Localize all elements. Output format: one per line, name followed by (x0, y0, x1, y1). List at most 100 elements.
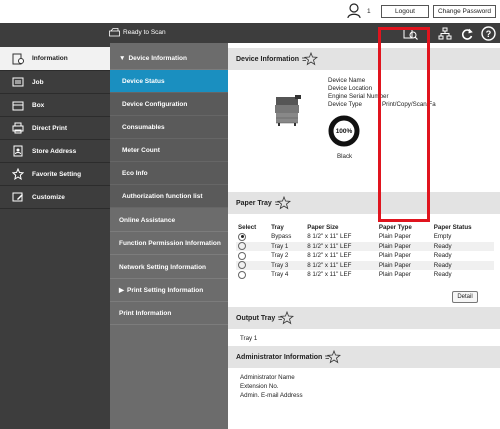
sub-navigation: ▼ Device Information Device Status Devic… (110, 43, 228, 429)
tray-name: Tray 3 (269, 260, 306, 270)
tray-name: Bypass (271, 233, 292, 241)
paper-size: 8 1/2" x 11" LEF (307, 252, 352, 260)
menu-meter-count[interactable]: Meter Count (110, 139, 228, 162)
menu-device-information[interactable]: ▼ Device Information (110, 47, 228, 70)
paper-type: Plain Paper (376, 260, 432, 270)
tray-select-radio[interactable] (238, 232, 246, 241)
output-tray-title: Output Tray (236, 314, 276, 322)
scanner-status-icon (109, 28, 120, 39)
highlight-box (378, 27, 430, 222)
nav-customize[interactable]: Customize (0, 186, 110, 209)
main-content: Device Information Device Name Device Lo… (228, 43, 500, 429)
device-information-header: Device Information (228, 48, 500, 70)
paper-type: Plain Paper (378, 271, 411, 279)
tray-select-radio[interactable] (238, 261, 246, 270)
help-icon[interactable]: ? (481, 26, 496, 43)
administrator-star-icon[interactable] (325, 350, 342, 364)
customize-icon (10, 191, 26, 203)
nav-favorite-setting[interactable]: Favorite Setting (0, 163, 110, 186)
nav-favorite-setting-label: Favorite Setting (32, 170, 82, 178)
paper-tray-table: Select Tray Paper Size Paper Type Paper … (236, 222, 494, 280)
column-header: Paper Size (307, 223, 339, 231)
box-icon (10, 99, 26, 111)
tray-name: Tray 4 (271, 271, 289, 279)
device-location-label: Device Location (328, 85, 373, 92)
paper-size: 8 1/2" x 11" LEF (305, 241, 377, 251)
table-row: Bypass 8 1/2" x 11" LEF Plain Paper Empt… (236, 232, 494, 242)
administrator-information-header: Administrator Information (228, 346, 500, 368)
tray-select-radio[interactable] (238, 242, 246, 251)
logout-button[interactable]: Logout (381, 5, 429, 18)
info-icon (10, 53, 26, 65)
menu-device-information-label: Device Information (128, 54, 187, 62)
address-book-icon (10, 145, 26, 157)
nav-box-label: Box (32, 101, 45, 109)
toner-percent: 100% (336, 128, 353, 135)
menu-function-permission-information[interactable]: Function Permission Information (110, 232, 228, 255)
column-header: Paper Status (433, 223, 472, 231)
menu-print-setting-information[interactable]: ▶ Print Setting Information (110, 279, 228, 302)
nav-box[interactable]: Box (0, 94, 110, 117)
toner-color-label: Black (337, 153, 353, 160)
printer-icon (10, 122, 26, 134)
paper-tray-title: Paper Tray (236, 199, 272, 207)
menu-network-setting-information[interactable]: Network Setting Information (110, 256, 228, 279)
device-name-label: Device Name (328, 77, 366, 84)
table-header-row: Select Tray Paper Size Paper Type Paper … (236, 222, 494, 232)
device-information-title: Device Information (236, 55, 300, 63)
column-header: Tray (271, 223, 284, 231)
paper-status: Ready (431, 241, 494, 251)
nav-direct-print[interactable]: Direct Print (0, 117, 110, 140)
output-tray-value: Tray 1 (240, 335, 258, 342)
nav-job[interactable]: Job (0, 71, 110, 94)
paper-status: Ready (431, 260, 494, 270)
output-tray-star-icon[interactable] (278, 311, 295, 325)
favorite-star-icon[interactable] (302, 52, 319, 66)
table-row: Tray 2 8 1/2" x 11" LEF Plain Paper Read… (236, 251, 494, 261)
paper-type: Plain Paper (376, 241, 432, 251)
detail-button[interactable]: Detail (452, 291, 478, 303)
network-icon[interactable] (438, 27, 452, 43)
menu-authorization-function-list[interactable]: Authorization function list (110, 185, 228, 208)
nav-information[interactable]: Information (0, 47, 110, 71)
svg-text:?: ? (486, 29, 492, 39)
paper-type: Plain Paper (378, 252, 411, 260)
collapsed-triangle-icon: ▶ (119, 287, 124, 294)
paper-status: Ready (433, 252, 452, 260)
menu-device-status[interactable]: Device Status (110, 70, 228, 93)
paper-type: Plain Paper (378, 233, 411, 241)
admin-email-label: Admin. E-mail Address (240, 392, 303, 399)
expanded-triangle-icon: ▼ (119, 54, 126, 62)
device-type-label: Device Type (328, 101, 362, 108)
nav-job-label: Job (32, 78, 44, 86)
tray-name: Tray 1 (269, 241, 306, 251)
menu-device-configuration[interactable]: Device Configuration (110, 93, 228, 116)
menu-consumables[interactable]: Consumables (110, 116, 228, 139)
paper-size: 8 1/2" x 11" LEF (307, 271, 352, 279)
menu-online-assistance[interactable]: Online Assistance (110, 209, 228, 232)
refresh-icon[interactable] (460, 27, 474, 43)
column-header: Select (238, 223, 257, 231)
user-icon[interactable] (347, 3, 361, 21)
table-row: Tray 3 8 1/2" x 11" LEF Plain Paper Read… (236, 260, 494, 270)
paper-status: Empty (433, 233, 452, 241)
paper-tray-header: Paper Tray (228, 192, 500, 214)
menu-print-information[interactable]: Print Information (110, 302, 228, 325)
user-count: 1 (367, 8, 371, 15)
nav-customize-label: Customize (32, 193, 65, 201)
star-icon (10, 168, 26, 180)
paper-status: Ready (433, 271, 452, 279)
job-icon (10, 76, 26, 88)
paper-tray-star-icon[interactable] (274, 196, 291, 210)
output-tray-header: Output Tray (228, 307, 500, 329)
tray-select-radio[interactable] (238, 270, 246, 279)
change-password-button[interactable]: Change Password (433, 5, 496, 18)
toner-gauge: 100% (328, 115, 360, 149)
left-navigation: Information Job Box Direct Print Store A… (0, 43, 110, 429)
menu-eco-info[interactable]: Eco Info (110, 162, 228, 185)
nav-store-address[interactable]: Store Address (0, 140, 110, 163)
tray-select-radio[interactable] (238, 251, 246, 260)
extension-number-label: Extension No. (240, 383, 279, 390)
column-header: Paper Type (378, 223, 412, 231)
menu-print-setting-information-label: Print Setting Information (127, 286, 204, 294)
